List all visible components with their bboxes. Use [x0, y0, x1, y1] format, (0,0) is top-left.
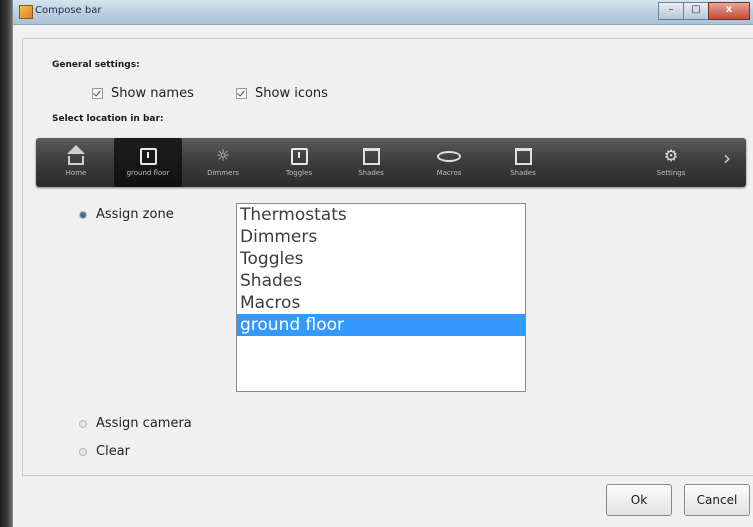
window-title: Compose bar	[35, 5, 102, 16]
bar-item-shades[interactable]: Shades	[344, 138, 398, 187]
oval-icon	[437, 146, 461, 166]
bar-item-label: ground floor	[126, 169, 170, 177]
radio-dot[interactable]	[80, 211, 86, 218]
bar-item-label: Toggles	[285, 169, 313, 177]
square-icon	[139, 146, 157, 166]
maximize-button[interactable]: □	[683, 2, 709, 20]
ok-button[interactable]: Ok	[606, 484, 672, 516]
clear-label: Clear	[96, 444, 130, 459]
show-icons-label: Show icons	[255, 86, 328, 101]
bar-item-label: Shades	[510, 169, 536, 177]
bar-item-label: Dimmers	[207, 169, 239, 177]
bar-item-ground-floor[interactable]: ground floor	[114, 138, 182, 187]
show-names-checkbox[interactable]: Show names	[92, 86, 194, 101]
window-controls: – □ x	[658, 2, 750, 20]
select-location-heading: Select location in bar:	[52, 114, 164, 124]
close-icon: x	[725, 4, 733, 15]
checkbox-box[interactable]	[92, 88, 103, 99]
location-bar: Home ground floor ☼ Dimmers Toggles Shad…	[36, 138, 746, 187]
bar-item-label: Settings	[656, 169, 686, 177]
bar-item-settings[interactable]: ⚙ Settings	[648, 138, 694, 187]
shade-icon	[514, 146, 532, 166]
app-icon	[19, 5, 33, 19]
chevron-right-icon: ›	[723, 146, 731, 170]
general-settings-heading: General settings:	[52, 60, 140, 70]
cancel-button[interactable]: Cancel	[684, 484, 750, 516]
bar-item-toggles[interactable]: Toggles	[272, 138, 326, 187]
show-names-label: Show names	[111, 86, 194, 101]
list-item[interactable]: Toggles	[237, 248, 525, 270]
bar-item-label: Home	[65, 169, 87, 177]
assign-zone-label: Assign zone	[96, 207, 174, 222]
list-item[interactable]: Macros	[237, 292, 525, 314]
list-item[interactable]: Dimmers	[237, 226, 525, 248]
radio-dot[interactable]	[80, 448, 86, 455]
background-edge	[0, 0, 12, 527]
bar-item-label: Shades	[358, 169, 384, 177]
bar-item-home[interactable]: Home	[52, 138, 100, 187]
square-icon	[290, 146, 308, 166]
gear-icon: ⚙	[663, 146, 679, 165]
shade-icon	[362, 146, 380, 166]
title-bar[interactable]: Compose bar – □ x	[13, 0, 753, 25]
zone-listbox[interactable]: Thermostats Dimmers Toggles Shades Macro…	[236, 203, 526, 392]
bar-next-button[interactable]: ›	[716, 138, 738, 187]
minimize-icon: –	[668, 4, 674, 15]
maximize-icon: □	[691, 4, 701, 15]
checkbox-box[interactable]	[236, 88, 247, 99]
list-item[interactable]: Shades	[237, 270, 525, 292]
radio-dot[interactable]	[80, 420, 86, 427]
show-icons-checkbox[interactable]: Show icons	[236, 86, 328, 101]
bar-item-shades-2[interactable]: Shades	[496, 138, 550, 187]
assign-camera-label: Assign camera	[96, 416, 192, 431]
bar-item-label: Macros	[436, 169, 462, 177]
list-item-selected[interactable]: ground floor	[237, 314, 525, 336]
assign-zone-radio[interactable]: Assign zone	[80, 207, 174, 222]
screen: Compose bar – □ x General settings: Show…	[0, 0, 753, 527]
minimize-button[interactable]: –	[658, 2, 684, 20]
close-button[interactable]: x	[708, 2, 750, 20]
assign-camera-radio[interactable]: Assign camera	[80, 416, 192, 431]
home-icon	[67, 144, 85, 166]
list-item[interactable]: Thermostats	[237, 204, 525, 226]
clear-radio[interactable]: Clear	[80, 444, 130, 459]
bar-item-dimmers[interactable]: ☼ Dimmers	[196, 138, 250, 187]
sun-icon: ☼	[215, 146, 231, 165]
bar-item-macros[interactable]: Macros	[422, 138, 476, 187]
